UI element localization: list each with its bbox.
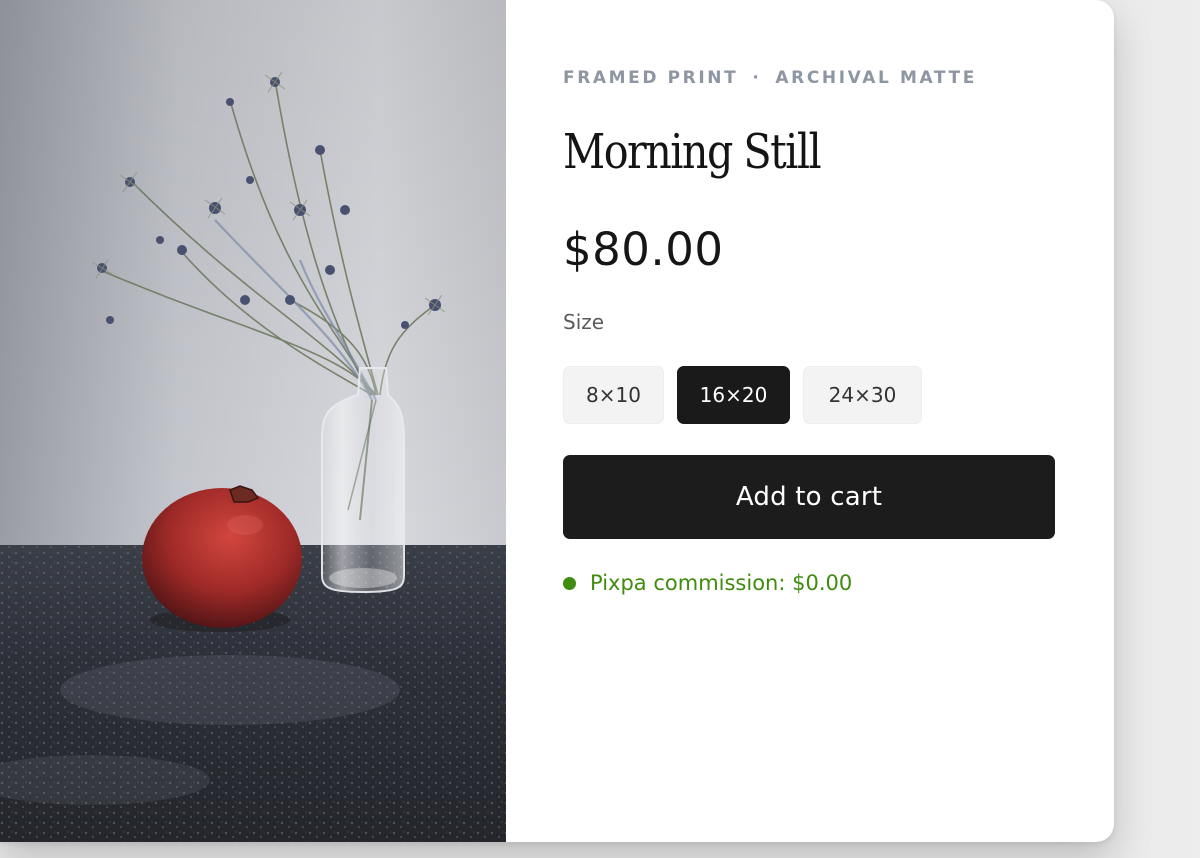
add-to-cart-button[interactable]: Add to cart [563, 455, 1055, 539]
stage: FRAMED PRINT · ARCHIVAL MATTE Morning Stil… [0, 0, 1200, 858]
eyebrow-separator: · [752, 68, 762, 88]
product-info: FRAMED PRINT · ARCHIVAL MATTE Morning Stil… [563, 0, 1063, 842]
size-label: Size [563, 310, 605, 334]
status-dot-icon [563, 576, 576, 590]
product-eyebrow: FRAMED PRINT · ARCHIVAL MATTE [563, 68, 977, 88]
product-card: FRAMED PRINT · ARCHIVAL MATTE Morning Stil… [0, 0, 1114, 842]
product-finish-label: ARCHIVAL MATTE [775, 68, 977, 88]
product-photo [0, 0, 506, 842]
size-options: 8×10 16×20 24×30 [563, 366, 922, 424]
product-price: $80.00 [563, 223, 724, 276]
size-option-16x20[interactable]: 16×20 [677, 366, 790, 424]
size-option-24x30[interactable]: 24×30 [803, 366, 922, 424]
commission-text: Pixpa commission: $0.00 [590, 571, 853, 595]
product-type-label: FRAMED PRINT [563, 68, 739, 88]
commission-status: Pixpa commission: $0.00 [563, 571, 852, 595]
product-title: Morning Still [563, 124, 822, 180]
size-option-8x10[interactable]: 8×10 [563, 366, 664, 424]
